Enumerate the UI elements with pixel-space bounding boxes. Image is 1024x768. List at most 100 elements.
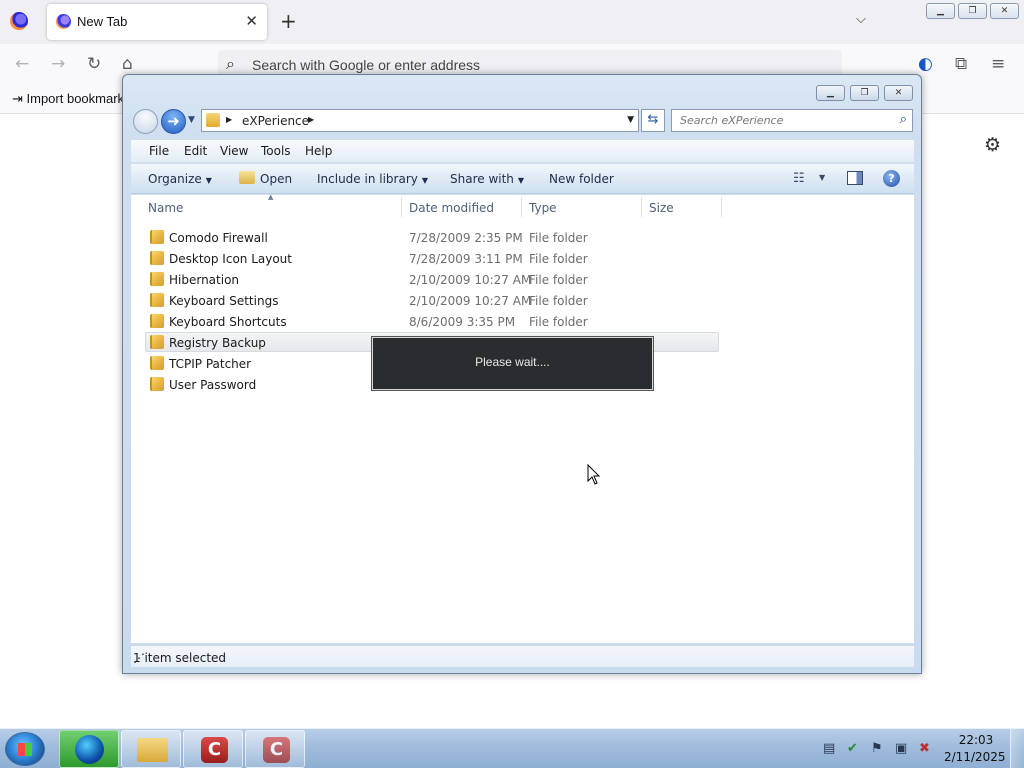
menu-bar: File Edit View Tools Help xyxy=(131,140,914,162)
column-divider[interactable] xyxy=(641,197,642,217)
breadcrumb-chevron-icon[interactable]: ▶ xyxy=(308,115,314,124)
browser-close-button[interactable]: ✕ xyxy=(990,3,1019,19)
recent-pages-chevron-icon[interactable]: ▼ xyxy=(188,115,195,125)
resize-grip-icon[interactable]: ⋰ xyxy=(133,651,912,665)
open-button[interactable]: Open xyxy=(260,172,292,186)
taskbar-app[interactable]: C xyxy=(183,730,243,768)
import-bookmarks-link[interactable]: ⇥ Import bookmark xyxy=(12,91,124,107)
new-folder-button[interactable]: New folder xyxy=(549,172,614,186)
firefox-logo-icon[interactable] xyxy=(10,12,28,30)
folder-icon xyxy=(150,293,164,307)
hamburger-menu-icon[interactable]: ≡ xyxy=(991,54,1005,74)
search-icon[interactable]: ⌕ xyxy=(900,112,907,127)
folder-icon xyxy=(150,335,164,349)
tab-new-tab[interactable]: New Tab ✕ xyxy=(47,4,267,40)
security-tray-icon[interactable]: ✔ xyxy=(847,741,858,756)
account-icon[interactable]: ◐ xyxy=(918,54,933,74)
explorer-forward-button[interactable]: ➜ xyxy=(161,109,186,134)
tab-list-chevron-icon[interactable]: ⌵ xyxy=(856,12,866,27)
menu-edit[interactable]: Edit xyxy=(184,144,207,158)
explorer-back-button[interactable] xyxy=(133,109,158,134)
show-desktop-button[interactable] xyxy=(1010,729,1024,768)
menu-help[interactable]: Help xyxy=(305,144,332,158)
column-headers: ▲ Name Date modified Type Size xyxy=(131,193,731,219)
sort-ascending-icon: ▲ xyxy=(268,193,274,201)
tab-close-icon[interactable]: ✕ xyxy=(245,12,258,30)
column-divider[interactable] xyxy=(721,197,722,217)
table-row[interactable]: Keyboard Shortcuts 8/6/2009 3:35 PM File… xyxy=(131,311,731,332)
network-tray-icon[interactable]: ▣ xyxy=(895,741,907,756)
volume-muted-icon[interactable]: ✖ xyxy=(919,741,930,756)
folder-icon xyxy=(150,356,164,370)
action-center-flag-icon[interactable]: ⚑ xyxy=(871,741,883,756)
search-input[interactable]: Search eXPerience ⌕ xyxy=(671,109,913,132)
organize-button[interactable]: Organize ▼ xyxy=(148,172,212,186)
firefox-icon xyxy=(75,735,104,764)
row-type: File folder xyxy=(529,315,588,329)
help-icon[interactable]: ? xyxy=(883,170,900,187)
folder-icon xyxy=(150,251,164,265)
taskbar-app[interactable]: C xyxy=(245,730,305,768)
document-tray-icon[interactable]: ▤ xyxy=(823,741,835,756)
table-row[interactable]: Hibernation 2/10/2009 10:27 AM File fold… xyxy=(131,269,731,290)
ccleaner-icon: C xyxy=(263,737,290,763)
address-dropdown-icon[interactable]: ▼ xyxy=(627,115,634,125)
home-icon[interactable]: ⌂ xyxy=(122,54,133,74)
column-name[interactable]: Name xyxy=(148,201,183,215)
row-name: Keyboard Shortcuts xyxy=(169,315,287,329)
forward-arrow-icon[interactable]: → xyxy=(51,54,65,74)
taskbar: C C ▤ ✔ ⚑ ▣ ✖ 22:03 2/11/2025 xyxy=(0,728,1024,768)
windows-logo-icon xyxy=(18,743,32,756)
gear-icon[interactable]: ⚙ xyxy=(984,134,1001,156)
browser-tab-bar: New Tab ✕ + ⌵ ▁ ❐ ✕ xyxy=(0,0,1024,44)
taskbar-firefox[interactable] xyxy=(59,730,119,768)
chevron-down-icon: ▼ xyxy=(205,176,212,185)
include-in-library-button[interactable]: Include in library ▼ xyxy=(317,172,428,186)
chevron-down-icon: ▼ xyxy=(517,176,525,185)
share-with-button[interactable]: Share with ▼ xyxy=(450,172,524,186)
row-name: Keyboard Settings xyxy=(169,294,279,308)
preview-pane-icon[interactable] xyxy=(847,171,863,185)
menu-file[interactable]: File xyxy=(149,144,169,158)
menu-tools[interactable]: Tools xyxy=(261,144,291,158)
refresh-button[interactable]: ⇆ xyxy=(641,109,665,132)
column-type[interactable]: Type xyxy=(529,201,557,215)
browser-minimize-button[interactable]: ▁ xyxy=(926,3,955,19)
view-options-icon[interactable]: ☷ xyxy=(793,171,805,186)
table-row[interactable]: Keyboard Settings 2/10/2009 10:27 AM Fil… xyxy=(131,290,731,311)
import-bookmarks-label: Import bookmark xyxy=(26,91,125,106)
breadcrumb-chevron-icon[interactable]: ▶ xyxy=(226,115,232,124)
reload-icon[interactable]: ↻ xyxy=(87,54,101,74)
column-date[interactable]: Date modified xyxy=(409,201,494,215)
folder-icon xyxy=(206,113,220,127)
clock-date[interactable]: 2/11/2025 xyxy=(944,750,1006,764)
column-divider[interactable] xyxy=(401,197,402,217)
address-bar[interactable]: ▶ eXPerience ▶ ▼ xyxy=(201,109,639,132)
back-arrow-icon[interactable]: ← xyxy=(15,54,29,74)
breadcrumb-folder[interactable]: eXPerience xyxy=(242,114,309,128)
explorer-minimize-button[interactable]: ▁ xyxy=(816,85,845,101)
column-size[interactable]: Size xyxy=(649,201,674,215)
organize-label: Organize xyxy=(148,172,202,186)
url-placeholder: Search with Google or enter address xyxy=(252,57,481,73)
taskbar-explorer[interactable] xyxy=(121,730,181,768)
tab-title: New Tab xyxy=(77,14,128,29)
table-row[interactable]: Comodo Firewall 7/28/2009 2:35 PM File f… xyxy=(131,227,731,248)
extensions-icon[interactable]: ⧉ xyxy=(955,54,967,74)
table-row[interactable]: Desktop Icon Layout 7/28/2009 3:11 PM Fi… xyxy=(131,248,731,269)
explorer-close-button[interactable]: ✕ xyxy=(884,85,913,101)
new-tab-button[interactable]: + xyxy=(280,9,297,33)
start-button[interactable] xyxy=(5,732,45,766)
folder-icon xyxy=(150,272,164,286)
column-divider[interactable] xyxy=(521,197,522,217)
share-label: Share with xyxy=(450,172,514,186)
ccleaner-icon: C xyxy=(201,737,228,763)
browser-maximize-button[interactable]: ❐ xyxy=(958,3,987,19)
clock-time[interactable]: 22:03 xyxy=(951,733,1001,747)
command-bar: Organize ▼ Open Include in library ▼ Share… xyxy=(131,164,914,194)
please-wait-dialog: Please wait.... xyxy=(372,337,653,390)
row-name: Hibernation xyxy=(169,273,240,287)
menu-view[interactable]: View xyxy=(220,144,248,158)
explorer-maximize-button[interactable]: ❐ xyxy=(850,85,879,101)
chevron-down-icon[interactable]: ▼ xyxy=(819,173,825,182)
